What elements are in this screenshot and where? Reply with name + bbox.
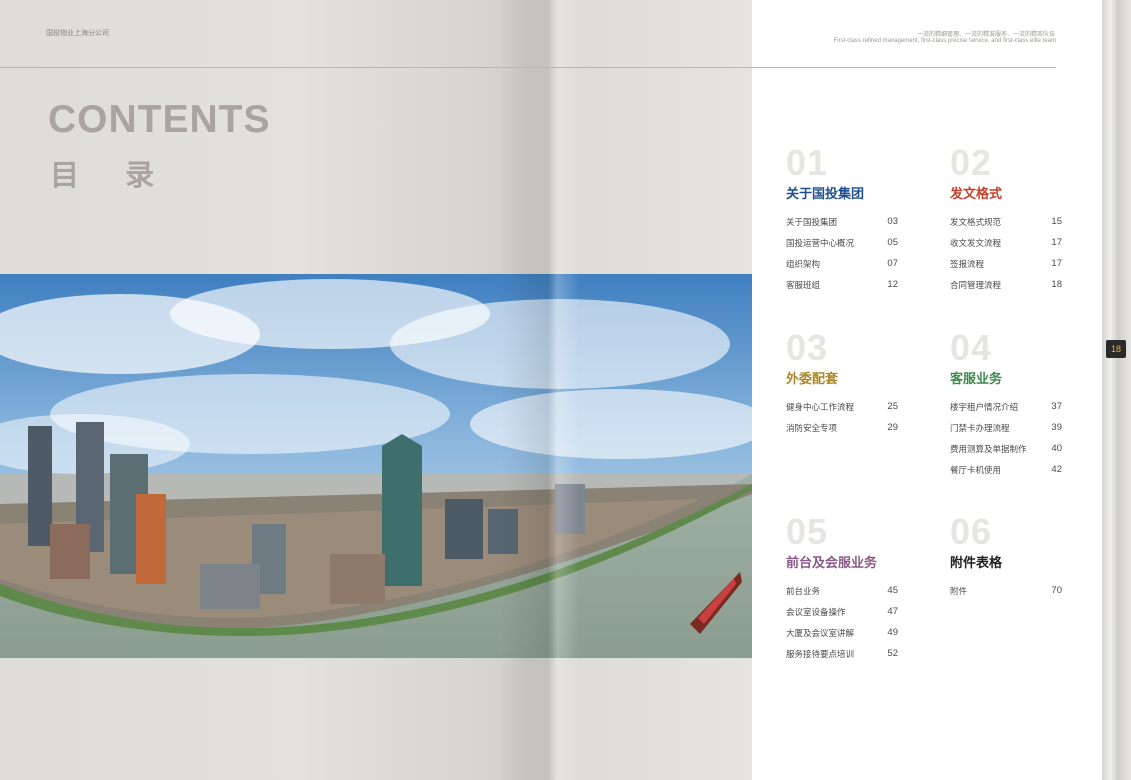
- toc-entry[interactable]: 附件 70: [950, 585, 1062, 606]
- toc-entry-page: 18: [1051, 279, 1062, 290]
- toc-entry-page: 07: [887, 258, 898, 269]
- toc-entry-label: 签报流程: [950, 260, 985, 270]
- toc-section-03: 03 外委配套健身中心工作流程 25 消防安全专项 29: [786, 330, 898, 443]
- toc-entry[interactable]: 门禁卡办理流程 39: [950, 422, 1062, 443]
- toc-entry-label: 国投运营中心概况: [786, 239, 855, 249]
- slogan-cn: 一流的精细管理、一流的精准服务、一流的精英队伍: [916, 31, 1055, 38]
- section-title[interactable]: 发文格式: [950, 183, 1062, 202]
- contents-title-en: CONTENTS: [48, 98, 271, 141]
- toc-entry-label: 健身中心工作流程: [786, 403, 855, 413]
- page-tab[interactable]: 18: [1106, 340, 1126, 358]
- toc-entry-label: 关于国投集团: [786, 218, 838, 228]
- section-title[interactable]: 客服业务: [950, 368, 1062, 387]
- toc-entry[interactable]: 关于国投集团 03: [786, 216, 898, 237]
- toc-entry-page: 17: [1051, 258, 1062, 269]
- toc-entry-page: 05: [887, 237, 898, 248]
- brochure-spread: 国投物业上海分公司 CONTENTS 目 录 一流的精细管理、一流的精准服务、一…: [0, 0, 1131, 780]
- toc-entry-label: 客服班组: [786, 281, 821, 291]
- toc-entry-label: 大厦及会议室讲解: [786, 629, 855, 639]
- section-number: 03: [786, 327, 829, 368]
- toc-section-06: 06 附件表格附件 70: [950, 514, 1062, 606]
- toc-entry[interactable]: 签报流程 17: [950, 258, 1062, 279]
- toc-entry[interactable]: 前台业务 45: [786, 585, 898, 606]
- toc-entry[interactable]: 服务接待要点培训 52: [786, 648, 898, 669]
- toc-entry[interactable]: 收文发文流程 17: [950, 237, 1062, 258]
- section-number: 05: [786, 511, 829, 552]
- toc-entry-page: 17: [1051, 237, 1062, 248]
- city-skyline-photo: [0, 274, 752, 658]
- toc-entry[interactable]: 餐厅卡机使用 42: [950, 464, 1062, 485]
- toc-entry-page: 29: [887, 422, 898, 433]
- toc-entry-label: 费用测算及单据制作: [950, 445, 1027, 455]
- toc-entry-label: 服务接待要点培训: [786, 650, 855, 660]
- toc-entry-page: 45: [887, 585, 898, 596]
- toc-entry[interactable]: 客服班组 12: [786, 279, 898, 300]
- toc-entry[interactable]: 会议室设备操作 47: [786, 606, 898, 627]
- page-edge: [1102, 0, 1131, 780]
- section-title[interactable]: 附件表格: [950, 552, 1062, 571]
- toc-section-05: 05 前台及会服业务前台业务 45 会议室设备操作 47 大厦及会议室讲解 49 服务接待要点…: [786, 514, 898, 669]
- section-number: 06: [950, 511, 993, 552]
- toc-entry[interactable]: 消防安全专项 29: [786, 422, 898, 443]
- toc-entry-label: 合同管理流程: [950, 281, 1002, 291]
- toc-entry[interactable]: 大厦及会议室讲解 49: [786, 627, 898, 648]
- header-rule: [0, 67, 1056, 68]
- toc-entry-page: 15: [1051, 216, 1062, 227]
- toc-entry-page: 42: [1051, 464, 1062, 475]
- toc-entry-page: 52: [887, 648, 898, 659]
- section-number: 01: [786, 142, 829, 183]
- toc-entry-label: 收文发文流程: [950, 239, 1002, 249]
- toc-entry-label: 组织架构: [786, 260, 821, 270]
- toc-section-04: 04 客服业务楼宇租户情况介绍 37 门禁卡办理流程 39 费用测算及单据制作 40 餐厅卡机…: [950, 330, 1062, 485]
- toc-entry-page: 39: [1051, 422, 1062, 433]
- toc-entry-page: 49: [887, 627, 898, 638]
- toc-entry-label: 前台业务: [786, 587, 821, 597]
- toc-section-01: 01 关于国投集团 关于国投集团 03 国投运营中心概况 05 组织架构 07 客服班组 12: [786, 145, 898, 300]
- toc-entry-page: 40: [1051, 443, 1062, 454]
- toc-entry[interactable]: 楼宇租户情况介绍 37: [950, 401, 1062, 422]
- toc-entry-label: 餐厅卡机使用: [950, 466, 1002, 476]
- toc-entry-label: 会议室设备操作: [786, 608, 846, 618]
- toc-entry[interactable]: 发文格式规范 15: [950, 216, 1062, 237]
- section-title[interactable]: 前台及会服业务: [786, 552, 898, 571]
- section-title[interactable]: 外委配套: [786, 368, 898, 387]
- toc-entry[interactable]: 国投运营中心概况 05: [786, 237, 898, 258]
- section-title[interactable]: 关于国投集团: [786, 183, 898, 202]
- toc-entry-label: 发文格式规范: [950, 218, 1002, 228]
- page-fold-shadow: [500, 0, 580, 780]
- toc-entry[interactable]: 费用测算及单据制作 40: [950, 443, 1062, 464]
- toc-entry-page: 37: [1051, 401, 1062, 412]
- toc-entry-page: 25: [887, 401, 898, 412]
- toc-entry[interactable]: 健身中心工作流程 25: [786, 401, 898, 422]
- toc-entry-label: 附件: [950, 587, 968, 597]
- toc-entry-page: 03: [887, 216, 898, 227]
- company-name: 国投物业上海分公司: [46, 30, 109, 37]
- contents-title-cn: 目 录: [50, 158, 173, 192]
- toc-entry-page: 47: [887, 606, 898, 617]
- toc-entry-page: 70: [1051, 585, 1062, 596]
- toc-entry-page: 12: [887, 279, 898, 290]
- toc-entry[interactable]: 合同管理流程 18: [950, 279, 1062, 300]
- toc-entry-label: 楼宇租户情况介绍: [950, 403, 1019, 413]
- toc-section-02: 02 发文格式发文格式规范 15 收文发文流程 17 签报流程 17 合同管理流程 18: [950, 145, 1062, 300]
- toc-entry-label: 门禁卡办理流程: [950, 424, 1010, 434]
- toc-entry-label: 消防安全专项: [786, 424, 838, 434]
- toc-entry[interactable]: 组织架构 07: [786, 258, 898, 279]
- slogan-en: First-class refined management, first-cl…: [833, 38, 1056, 44]
- section-number: 02: [950, 142, 993, 183]
- section-number: 04: [950, 327, 993, 368]
